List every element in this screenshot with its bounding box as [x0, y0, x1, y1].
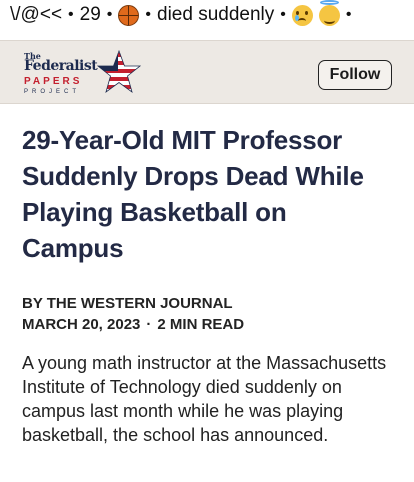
article-headline: 29-Year-Old MIT Professor Suddenly Drops…: [22, 125, 364, 263]
publisher-logo[interactable]: The Federalist PAPERS PROJECT: [22, 49, 142, 99]
article-date: MARCH 20, 2023: [22, 316, 141, 333]
ticker-separator: •: [106, 6, 113, 23]
smiling-halo-face-icon: [318, 0, 340, 26]
ticker-line: \/@<< • 29 • • died suddenly • •: [0, 0, 414, 30]
sad-tear-face-icon: [291, 4, 313, 26]
article-meta: MARCH 20, 2023 · 2 MIN READ: [22, 314, 392, 335]
ticker-separator: •: [145, 6, 152, 23]
tear-icon: [294, 14, 299, 21]
article-read-time: 2 MIN READ: [157, 316, 245, 333]
basketball-icon: [118, 4, 140, 26]
ticker-handle: \/@<<: [10, 4, 63, 25]
logo-project-text: PROJECT: [24, 89, 81, 95]
article-body: A young math instructor at the Massachus…: [22, 353, 387, 445]
meta-separator: ·: [146, 316, 152, 333]
ticker-separator: •: [280, 6, 286, 23]
flag-star-icon: [96, 49, 142, 94]
article-author[interactable]: BY THE WESTERN JOURNAL: [22, 293, 392, 314]
ticker-separator: •: [345, 6, 352, 23]
logo-papers-text: PAPERS: [24, 76, 83, 87]
publisher-bar: The Federalist PAPERS PROJECT Follow: [0, 40, 414, 104]
logo-name-text: Federalist: [24, 58, 98, 74]
ticker-separator: •: [68, 6, 74, 23]
ticker-count: 29: [79, 4, 101, 25]
ticker-phrase: died suddenly: [157, 4, 275, 25]
follow-button[interactable]: Follow: [318, 60, 392, 90]
article-byline: BY THE WESTERN JOURNAL MARCH 20, 2023 · 2 …: [22, 293, 392, 335]
